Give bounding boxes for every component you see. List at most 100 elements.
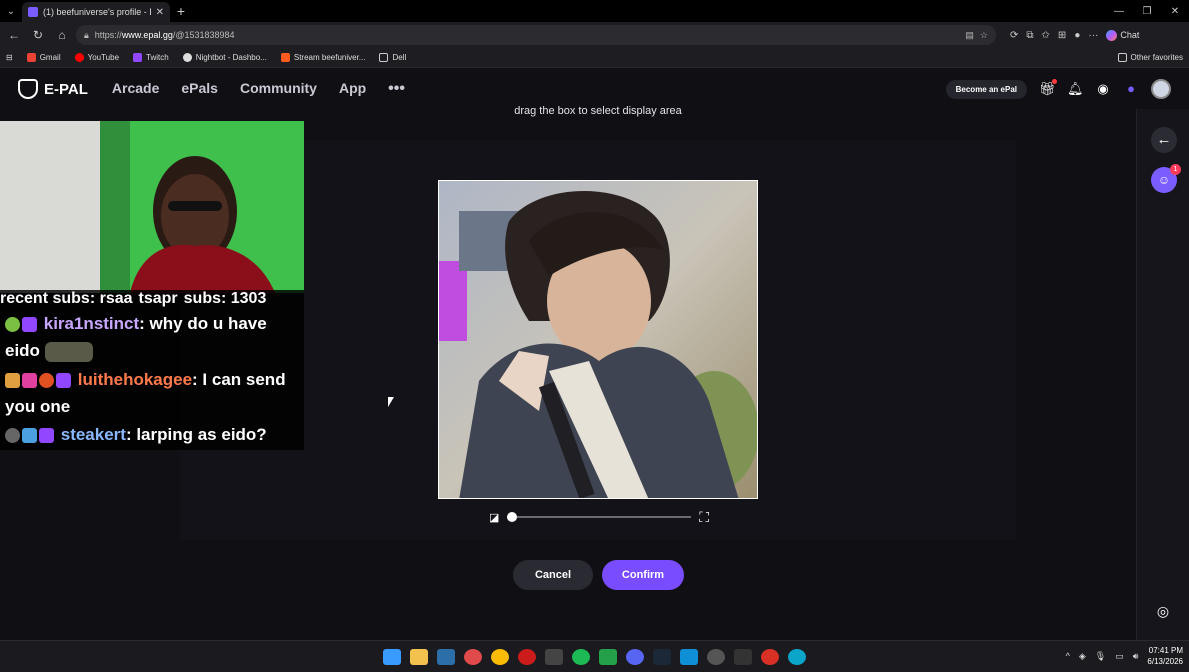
network-icon[interactable]: ▭ — [1115, 651, 1124, 662]
minimize-icon[interactable]: — — [1105, 6, 1133, 17]
bookmarks-toggle-icon[interactable]: ⊟ — [6, 53, 13, 62]
bookmark-dell[interactable]: Dell — [379, 53, 406, 62]
collections-icon[interactable]: ⊞ — [1058, 30, 1066, 41]
assistant-icon[interactable]: ◎ — [1153, 601, 1173, 621]
back-arrow-icon[interactable]: ← — [4, 25, 24, 45]
bookmark-twitch[interactable]: Twitch — [133, 53, 169, 62]
url-text: https://www.epal.gg/@1531838984 — [94, 30, 235, 40]
start-windows-icon[interactable] — [383, 649, 401, 665]
file-explorer-icon[interactable] — [410, 649, 428, 665]
home-icon[interactable]: ⌂ — [52, 25, 72, 45]
chat-username: kira1nstinct — [43, 314, 140, 333]
nav-app[interactable]: App — [339, 80, 366, 98]
discord-icon[interactable]: ◉ — [1095, 81, 1111, 97]
split-screen-icon[interactable]: ⧉ — [1026, 30, 1033, 41]
main-nav: Arcade ePals Community App ••• — [112, 80, 405, 98]
zoom-out-image-icon[interactable]: ◪ — [489, 511, 499, 524]
youtube-icon — [74, 53, 84, 62]
tray-app-icon[interactable]: ◈ — [1079, 651, 1086, 662]
copilot-icon — [1106, 29, 1118, 41]
bookmark-youtube[interactable]: YouTube — [74, 53, 119, 62]
more-menu-icon[interactable]: ··· — [1088, 30, 1098, 41]
copilot-button[interactable]: Chat — [1106, 29, 1139, 41]
bookmark-nightbot[interactable]: Nightbot - Dashbo... — [182, 53, 267, 62]
refresh-icon[interactable]: ↻ — [28, 25, 48, 45]
user-avatar[interactable] — [1151, 79, 1171, 99]
app-gray-icon[interactable] — [707, 649, 725, 665]
window-close-icon[interactable]: ✕ — [1161, 6, 1189, 17]
taskbar-apps — [383, 649, 806, 665]
twitch-badge-icon — [39, 428, 54, 444]
crop-hint-text: drag the box to select display area — [514, 105, 682, 117]
back-arrow-icon[interactable]: ← — [1151, 127, 1177, 153]
confirm-button[interactable]: Confirm — [602, 560, 684, 590]
discord-taskbar-icon[interactable] — [626, 649, 644, 665]
orb-badge-icon — [5, 428, 20, 444]
app-red-icon[interactable] — [464, 649, 482, 665]
subs-ticker-mid: tsapr — [138, 290, 178, 307]
nightbot-icon — [182, 53, 192, 62]
bookmark-other-favorites[interactable]: Other favorites — [1117, 53, 1183, 62]
become-epal-button[interactable]: Become an ePal — [945, 79, 1027, 99]
gift-badge-icon — [5, 373, 20, 389]
app-g-icon[interactable] — [734, 649, 752, 665]
folder-icon — [379, 53, 389, 62]
terminal-icon[interactable] — [437, 649, 455, 665]
app-s-icon[interactable] — [599, 649, 617, 665]
steam-icon[interactable] — [653, 649, 671, 665]
gift-notification-dot — [1052, 79, 1057, 84]
twitch-badge-icon — [56, 373, 71, 389]
restore-icon[interactable]: ❐ — [1133, 6, 1161, 17]
chat-message: luithehokagee: I can send you one — [5, 366, 301, 420]
profile-avatar-icon[interactable]: ● — [1074, 30, 1080, 41]
tab-title: (1) beefuniverse's profile - E-Pal — [43, 7, 151, 17]
browser-tabbar: ⌄ (1) beefuniverse's profile - E-Pal ✕ +… — [0, 0, 1189, 22]
app-glasses-icon[interactable] — [545, 649, 563, 665]
nav-arcade[interactable]: Arcade — [112, 80, 159, 98]
microphone-icon[interactable]: 🎙︎ — [1095, 651, 1106, 662]
app-record-icon[interactable] — [761, 649, 779, 665]
bookmark-stream[interactable]: Stream beefuniver... — [280, 53, 365, 62]
zoom-slider-thumb[interactable] — [507, 512, 518, 522]
epal-logo-icon — [18, 79, 38, 99]
taskbar-clock[interactable]: 07:41 PM 6/13/2026 — [1147, 645, 1183, 667]
opera-icon[interactable] — [518, 649, 536, 665]
favorite-star-icon[interactable]: ☆ — [980, 30, 988, 41]
tray-overflow-icon[interactable]: ^ — [1066, 651, 1070, 661]
site-info-lock-icon[interactable]: 🔒︎ — [84, 30, 89, 41]
app-blue-icon[interactable] — [680, 649, 698, 665]
nav-epals[interactable]: ePals — [181, 80, 218, 98]
gift-icon[interactable]: 🎁︎ — [1039, 79, 1057, 97]
ball-badge-icon — [39, 373, 54, 389]
reader-mode-icon[interactable]: ▤ — [965, 30, 974, 41]
bell-icon[interactable]: 🔔︎ — [1067, 81, 1084, 97]
zoom-in-image-icon[interactable]: ⛶ — [699, 509, 709, 526]
spotify-icon[interactable] — [572, 649, 590, 665]
bookmark-gmail[interactable]: Gmail — [26, 53, 61, 62]
crop-selection-box[interactable] — [438, 180, 758, 499]
epal-cat-icon[interactable]: ● — [1123, 81, 1139, 97]
favorites-icon[interactable]: ✩ — [1042, 30, 1050, 41]
emote-image — [44, 341, 93, 362]
extensions-icon[interactable]: ⟳ — [1010, 30, 1018, 41]
nav-community[interactable]: Community — [240, 80, 317, 98]
chat-text: : larping as eido? — [125, 425, 267, 444]
browser-tab-active[interactable]: (1) beefuniverse's profile - E-Pal ✕ — [22, 2, 170, 22]
zoom-slider[interactable] — [507, 512, 692, 522]
tab-list-chevron-icon[interactable]: ⌄ — [0, 0, 22, 22]
chat-username: luithehokagee — [77, 370, 193, 389]
gift-badge-icon — [22, 428, 37, 444]
tab-close-icon[interactable]: ✕ — [156, 7, 164, 18]
url-input[interactable]: 🔒︎ https://www.epal.gg/@1531838984 ▤ ☆ — [76, 25, 996, 45]
chat-cat-icon[interactable]: ☺ 1 — [1151, 164, 1181, 193]
volume-icon[interactable]: 🔊︎ — [1133, 651, 1139, 662]
new-tab-button[interactable]: + — [170, 3, 192, 19]
address-bar-row: ← ↻ ⌂ 🔒︎ https://www.epal.gg/@1531838984… — [0, 22, 1189, 48]
edge-icon[interactable] — [788, 649, 806, 665]
subs-count: subs: 1303 — [183, 290, 267, 307]
epal-logo[interactable]: E-PAL — [18, 79, 88, 99]
chrome-icon[interactable] — [491, 649, 509, 665]
cancel-button[interactable]: Cancel — [513, 560, 593, 590]
toolbar-icons: ⟳ ⧉ ✩ ⊞ ● ··· Chat — [1010, 29, 1139, 41]
nav-more-icon[interactable]: ••• — [388, 80, 405, 98]
